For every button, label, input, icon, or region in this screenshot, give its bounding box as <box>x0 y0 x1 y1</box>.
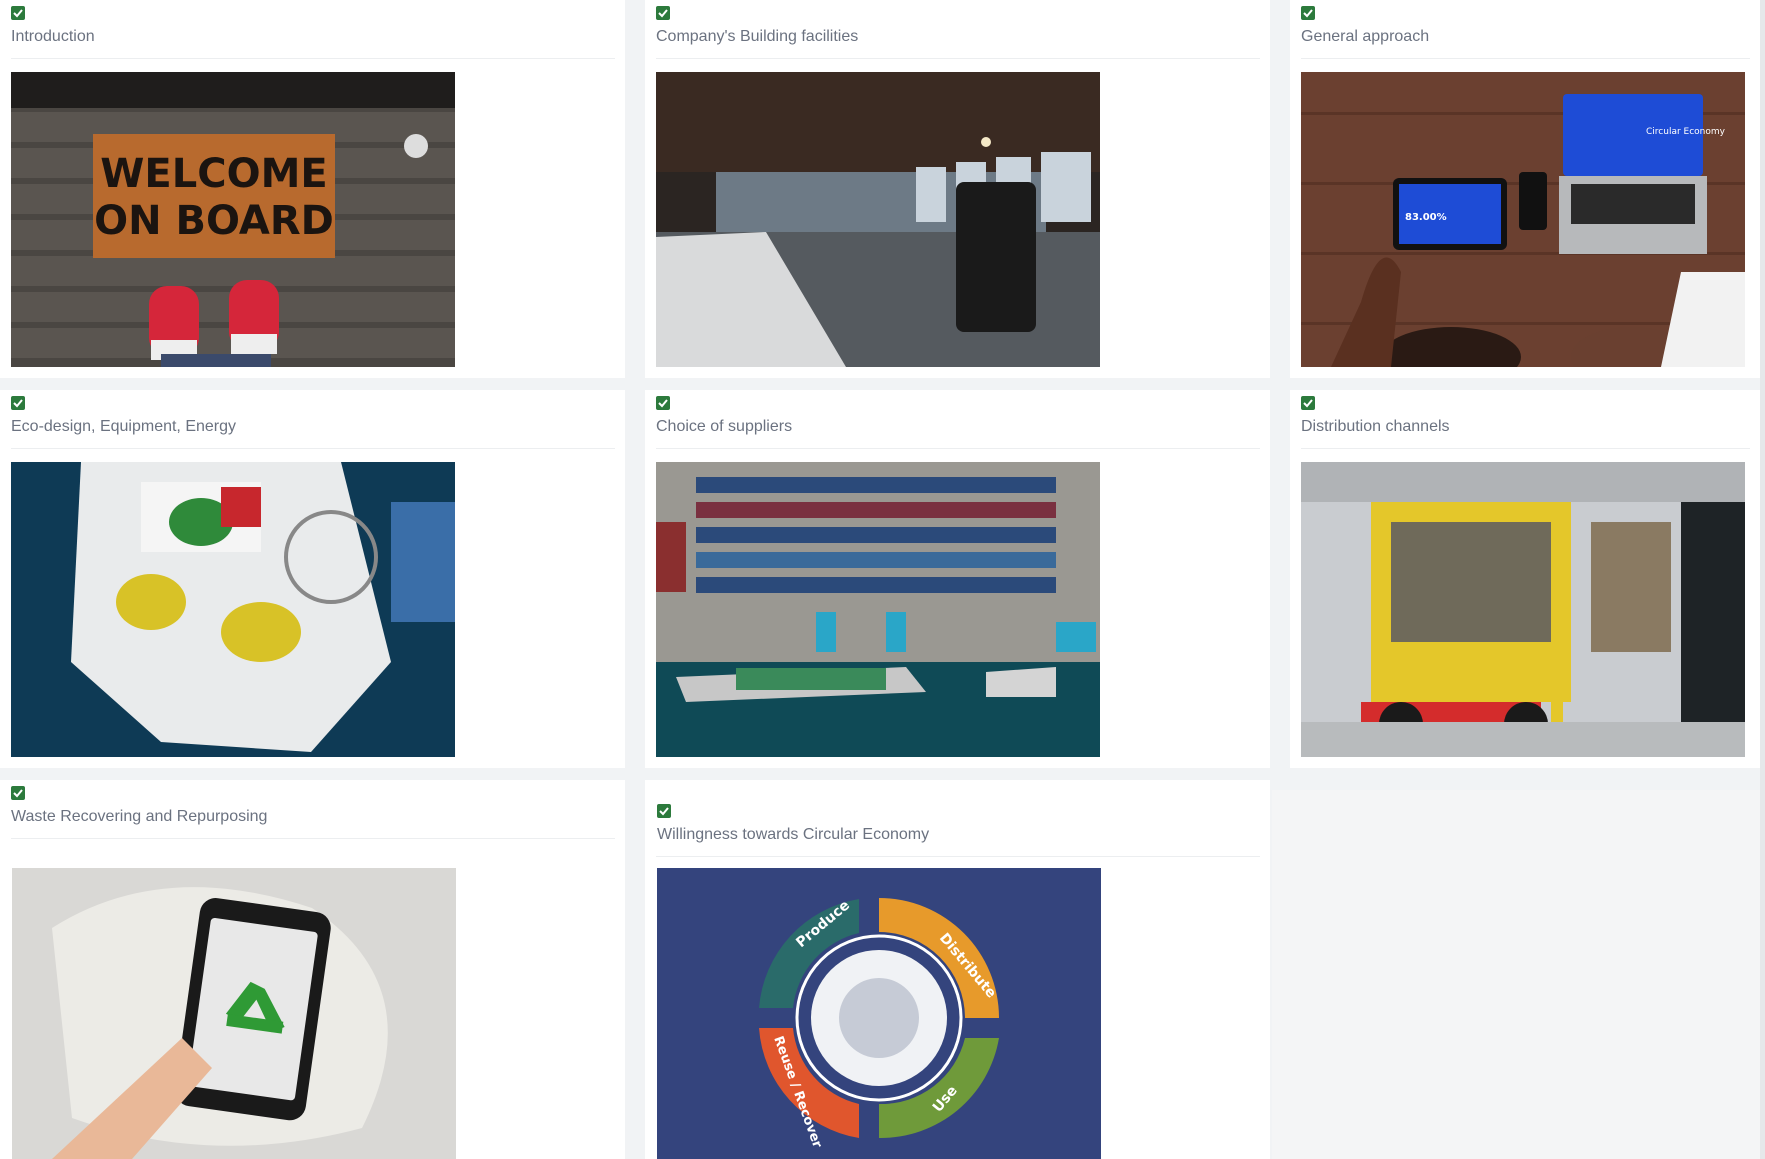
card-title[interactable]: Introduction <box>11 28 95 46</box>
card-title[interactable]: Distribution channels <box>1301 418 1450 436</box>
empty-grid-slot <box>1272 790 1760 1159</box>
activity-card-waste-recovering[interactable]: Waste Recovering and Repurposing <box>0 780 625 1159</box>
activity-card-circular-economy[interactable]: Willingness towards Circular Economy Pro… <box>645 780 1270 1159</box>
completed-check-icon <box>11 6 25 20</box>
card-image-circular-economy[interactable]: Produce Distribute Use Reuse / Recover <box>657 868 1101 1159</box>
divider <box>656 856 1260 857</box>
activity-grid: Introduction WELCOME ON BOARD Company's … <box>0 0 1765 1159</box>
divider <box>656 58 1260 59</box>
card-image-container-port[interactable] <box>656 462 1100 757</box>
card-title[interactable]: Waste Recovering and Repurposing <box>11 808 267 826</box>
divider <box>656 448 1260 449</box>
divider <box>1301 58 1750 59</box>
completed-check-icon <box>1301 6 1315 20</box>
completed-check-icon <box>656 396 670 410</box>
completed-check-icon <box>657 804 671 818</box>
completed-check-icon <box>11 396 25 410</box>
card-title[interactable]: General approach <box>1301 28 1429 46</box>
card-image-office[interactable] <box>656 72 1100 367</box>
divider <box>11 448 615 449</box>
divider <box>11 838 615 839</box>
page-edge <box>1760 0 1765 1159</box>
activity-card-introduction[interactable]: Introduction WELCOME ON BOARD <box>0 0 625 378</box>
card-image-welcome-mat[interactable]: WELCOME ON BOARD <box>11 72 455 367</box>
card-image-phone-recycle[interactable] <box>12 868 456 1159</box>
laptop-screen-text: Circular Economy <box>1646 127 1726 137</box>
card-title[interactable]: Company's Building facilities <box>656 28 858 46</box>
activity-card-building-facilities[interactable]: Company's Building facilities <box>645 0 1270 378</box>
card-image-forklift[interactable] <box>1301 462 1745 757</box>
activity-card-eco-design[interactable]: Eco-design, Equipment, Energy <box>0 390 625 768</box>
activity-card-suppliers[interactable]: Choice of suppliers <box>645 390 1270 768</box>
card-image-fishing-boat[interactable] <box>11 462 455 757</box>
card-title[interactable]: Willingness towards Circular Economy <box>657 826 929 844</box>
activity-card-distribution[interactable]: Distribution channels <box>1290 390 1760 768</box>
completed-check-icon <box>656 6 670 20</box>
mat-text-line1: WELCOME <box>100 151 327 197</box>
mat-text-line2: ON BOARD <box>94 198 334 244</box>
divider <box>1301 448 1750 449</box>
completed-check-icon <box>1301 396 1315 410</box>
completed-check-icon <box>11 786 25 800</box>
card-title[interactable]: Eco-design, Equipment, Energy <box>11 418 236 436</box>
divider <box>11 58 615 59</box>
activity-card-general-approach[interactable]: General approach Circular Economy 83.00% <box>1290 0 1760 378</box>
tablet-screen-text: 83.00% <box>1405 212 1447 223</box>
card-image-laptop-desk[interactable]: Circular Economy 83.00% <box>1301 72 1745 367</box>
card-title[interactable]: Choice of suppliers <box>656 418 792 436</box>
